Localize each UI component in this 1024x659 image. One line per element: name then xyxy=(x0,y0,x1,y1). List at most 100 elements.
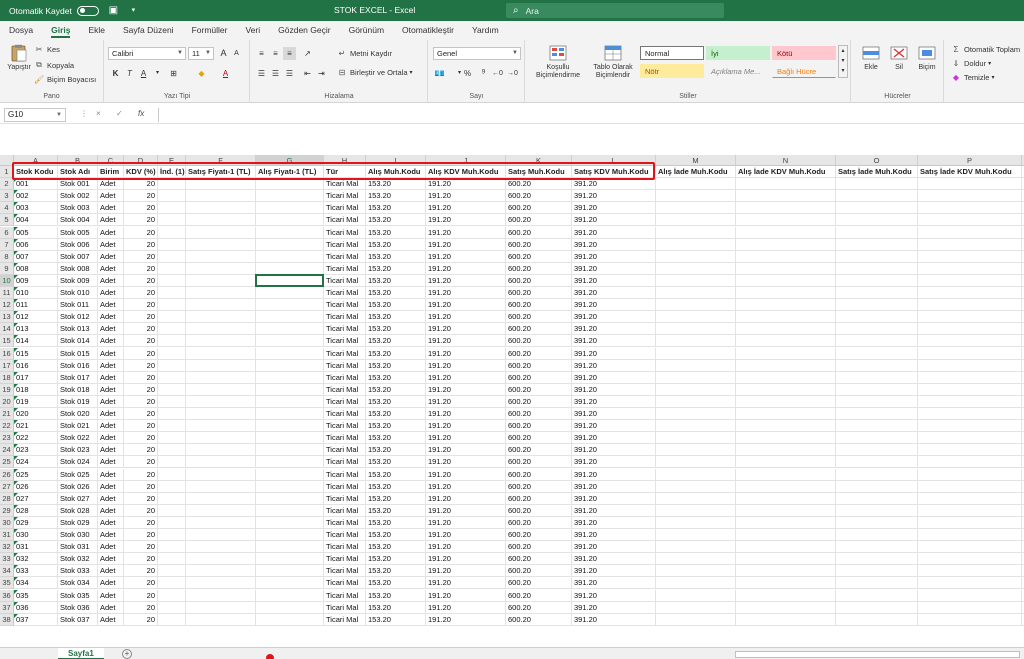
format-as-table-button[interactable]: Tablo Olarak Biçimlendir xyxy=(588,44,638,80)
row-header[interactable]: 17 xyxy=(0,359,14,372)
table-cell[interactable]: 153.20 xyxy=(366,190,426,203)
table-cell[interactable] xyxy=(256,492,324,505)
table-cell[interactable] xyxy=(656,238,736,251)
table-cell[interactable] xyxy=(918,262,1022,275)
table-cell[interactable] xyxy=(656,504,736,517)
table-cell[interactable] xyxy=(836,541,918,554)
table-cell[interactable] xyxy=(158,432,186,445)
table-cell[interactable]: 600.20 xyxy=(506,383,572,396)
table-cell[interactable]: Ticari Mal xyxy=(324,262,366,275)
table-cell[interactable]: 20 xyxy=(124,492,158,505)
table-cell[interactable]: Ticari Mal xyxy=(324,299,366,312)
table-cell[interactable] xyxy=(918,214,1022,227)
table-cell[interactable]: 030 xyxy=(14,529,58,542)
table-cell[interactable]: Ticari Mal xyxy=(324,395,366,408)
tab-giriş[interactable]: Giriş xyxy=(42,21,79,40)
delete-cells-button[interactable]: Sil xyxy=(886,44,912,72)
table-cell[interactable] xyxy=(186,250,256,263)
table-cell[interactable]: 20 xyxy=(124,371,158,384)
table-cell[interactable] xyxy=(158,226,186,239)
table-cell[interactable]: 20 xyxy=(124,238,158,251)
table-cell[interactable]: 191.20 xyxy=(426,432,506,445)
table-cell[interactable]: Adet xyxy=(98,408,124,421)
table-cell[interactable]: 20 xyxy=(124,250,158,263)
table-cell[interactable]: Adet xyxy=(98,202,124,215)
table-cell[interactable] xyxy=(736,504,836,517)
table-cell[interactable]: Adet xyxy=(98,335,124,348)
formula-input[interactable] xyxy=(158,108,1020,122)
align-bottom-icon[interactable]: ≡ xyxy=(283,47,296,60)
table-cell[interactable] xyxy=(158,190,186,203)
table-cell[interactable] xyxy=(918,529,1022,542)
row-header[interactable]: 18 xyxy=(0,371,14,384)
table-cell[interactable]: 391.20 xyxy=(572,287,656,300)
table-cell[interactable]: Adet xyxy=(98,613,124,626)
table-cell[interactable] xyxy=(836,299,918,312)
header-cell[interactable]: Satış Fiyatı-1 (TL) xyxy=(186,166,256,179)
table-cell[interactable]: 191.20 xyxy=(426,516,506,529)
table-cell[interactable] xyxy=(656,383,736,396)
table-cell[interactable]: 153.20 xyxy=(366,371,426,384)
table-cell[interactable]: 191.20 xyxy=(426,383,506,396)
table-cell[interactable] xyxy=(918,516,1022,529)
table-cell[interactable]: 153.20 xyxy=(366,299,426,312)
table-cell[interactable]: 600.20 xyxy=(506,565,572,578)
horizontal-scrollbar[interactable] xyxy=(735,651,1020,658)
table-cell[interactable]: Stok 027 xyxy=(58,492,98,505)
table-cell[interactable] xyxy=(836,274,918,287)
table-cell[interactable]: Stok 006 xyxy=(58,238,98,251)
tab-dosya[interactable]: Dosya xyxy=(0,21,42,40)
table-cell[interactable] xyxy=(656,226,736,239)
table-cell[interactable] xyxy=(736,480,836,493)
table-cell[interactable] xyxy=(186,383,256,396)
decrease-decimal-icon[interactable]: →0 xyxy=(506,67,519,80)
table-cell[interactable]: 20 xyxy=(124,226,158,239)
table-cell[interactable]: 004 xyxy=(14,214,58,227)
table-cell[interactable]: Adet xyxy=(98,395,124,408)
table-cell[interactable]: 019 xyxy=(14,395,58,408)
table-cell[interactable]: 391.20 xyxy=(572,516,656,529)
table-cell[interactable] xyxy=(158,516,186,529)
table-cell[interactable] xyxy=(186,226,256,239)
table-cell[interactable] xyxy=(836,444,918,457)
table-cell[interactable]: Ticari Mal xyxy=(324,311,366,324)
table-cell[interactable]: 20 xyxy=(124,311,158,324)
table-cell[interactable]: 153.20 xyxy=(366,274,426,287)
tab-veri[interactable]: Veri xyxy=(236,21,269,40)
table-cell[interactable]: 20 xyxy=(124,262,158,275)
table-cell[interactable]: 153.20 xyxy=(366,529,426,542)
table-cell[interactable]: 20 xyxy=(124,420,158,433)
table-cell[interactable]: 391.20 xyxy=(572,371,656,384)
table-cell[interactable] xyxy=(256,383,324,396)
table-cell[interactable]: 20 xyxy=(124,214,158,227)
table-cell[interactable]: 20 xyxy=(124,287,158,300)
table-cell[interactable] xyxy=(656,420,736,433)
table-cell[interactable]: Adet xyxy=(98,371,124,384)
table-cell[interactable]: 391.20 xyxy=(572,395,656,408)
paste-button[interactable]: Yapıştır xyxy=(4,44,34,72)
table-cell[interactable]: 007 xyxy=(14,250,58,263)
cancel-entry-icon[interactable]: × xyxy=(96,109,101,118)
table-cell[interactable] xyxy=(836,190,918,203)
table-cell[interactable] xyxy=(186,371,256,384)
table-cell[interactable] xyxy=(918,238,1022,251)
table-cell[interactable]: 003 xyxy=(14,202,58,215)
row-header[interactable]: 6 xyxy=(0,226,14,239)
borders-icon[interactable]: ⊞ xyxy=(167,67,180,80)
column-header-c[interactable]: C xyxy=(98,155,124,166)
table-cell[interactable] xyxy=(736,214,836,227)
search-box[interactable]: ⌕ Ara xyxy=(506,3,724,18)
align-left-icon[interactable]: ☰ xyxy=(255,67,268,80)
table-cell[interactable] xyxy=(918,323,1022,336)
header-cell[interactable]: Alış İade KDV Muh.Kodu xyxy=(736,166,836,179)
table-cell[interactable] xyxy=(186,238,256,251)
column-header-i[interactable]: I xyxy=(366,155,426,166)
table-cell[interactable] xyxy=(736,601,836,614)
table-cell[interactable]: 20 xyxy=(124,541,158,554)
table-cell[interactable]: Ticari Mal xyxy=(324,202,366,215)
row-header[interactable]: 31 xyxy=(0,529,14,542)
table-cell[interactable]: 153.20 xyxy=(366,492,426,505)
table-cell[interactable]: 191.20 xyxy=(426,492,506,505)
table-cell[interactable] xyxy=(836,613,918,626)
table-cell[interactable]: 391.20 xyxy=(572,226,656,239)
